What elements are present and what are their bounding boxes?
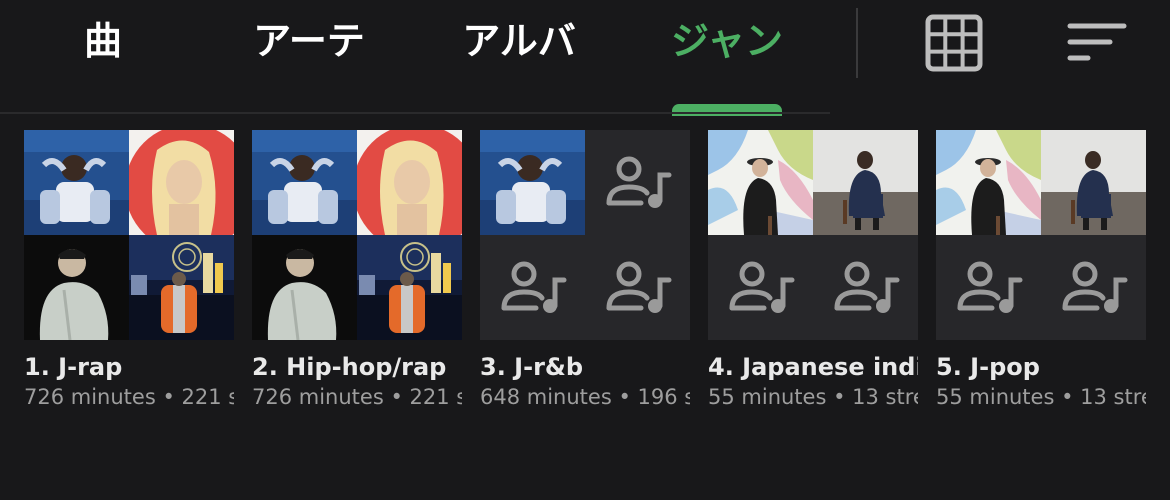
person-music-icon — [1059, 258, 1129, 318]
genre-title: 3. J-r&b — [480, 353, 584, 381]
genre-title: 2. Hip-hop/rap — [252, 353, 447, 381]
album-art-image — [480, 130, 585, 235]
grid-view-button[interactable] — [925, 14, 983, 72]
genre-cover-collage[interactable] — [936, 130, 1146, 340]
album-art-image — [252, 130, 357, 235]
genre-card-hip-hop-rap[interactable]: 2. Hip-hop/rap 726 minutes • 221 st — [252, 130, 462, 412]
album-art-image — [813, 130, 918, 235]
genre-title: 1. J-rap — [24, 353, 123, 381]
sort-button[interactable] — [1066, 20, 1128, 64]
genre-card-j-rnb[interactable]: 3. J-r&b 648 minutes • 196 st — [480, 130, 690, 412]
album-art-image — [708, 130, 813, 235]
album-art-image — [129, 235, 234, 340]
artist-placeholder — [585, 235, 690, 340]
genre-stats: 726 minutes • 221 st — [252, 385, 462, 409]
album-art-image — [1041, 130, 1146, 235]
artist-placeholder — [585, 130, 690, 235]
tab-songs[interactable]: 曲 — [62, 14, 144, 68]
genre-card-j-rap[interactable]: 1. J-rap 726 minutes • 221 st — [24, 130, 234, 412]
genre-title: 4. Japanese indi — [708, 353, 918, 381]
genre-stats: 55 minutes • 13 stre — [936, 385, 1146, 409]
genre-cover-collage[interactable] — [480, 130, 690, 340]
genre-cover-collage[interactable] — [24, 130, 234, 340]
genre-stats: 726 minutes • 221 st — [24, 385, 234, 409]
album-art-image — [936, 130, 1041, 235]
genre-cover-collage[interactable] — [708, 130, 918, 340]
genre-card-japanese-indie[interactable]: 4. Japanese indi 55 minutes • 13 stre — [708, 130, 918, 412]
genre-stats: 55 minutes • 13 stre — [708, 385, 918, 409]
person-music-icon — [831, 258, 901, 318]
tab-artists[interactable]: アーテ — [250, 14, 368, 68]
toolbar-separator — [856, 8, 858, 78]
artist-placeholder — [708, 235, 813, 340]
person-music-icon — [954, 258, 1024, 318]
artist-placeholder — [813, 235, 918, 340]
album-art-image — [129, 130, 234, 235]
active-tab-indicator — [672, 104, 782, 116]
album-art-image — [357, 235, 462, 340]
genre-stats: 648 minutes • 196 st — [480, 385, 690, 409]
tab-genres[interactable]: ジャン — [668, 14, 786, 68]
person-music-icon — [603, 258, 673, 318]
album-art-image — [252, 235, 357, 340]
artist-placeholder — [480, 235, 585, 340]
genre-tab-bar: 曲 アーテ アルバ ジャン — [0, 0, 1170, 116]
person-music-icon — [603, 153, 673, 213]
genre-card-j-pop[interactable]: 5. J-pop 55 minutes • 13 stre — [936, 130, 1146, 412]
album-art-image — [24, 235, 129, 340]
person-music-icon — [726, 258, 796, 318]
grid-view-icon — [925, 14, 983, 72]
artist-placeholder — [936, 235, 1041, 340]
tab-bar-divider — [0, 112, 830, 114]
artist-placeholder — [1041, 235, 1146, 340]
tab-albums[interactable]: アルバ — [460, 14, 578, 68]
genre-title: 5. J-pop — [936, 353, 1040, 381]
album-art-image — [24, 130, 129, 235]
sort-icon — [1067, 23, 1127, 61]
person-music-icon — [498, 258, 568, 318]
genre-cover-collage[interactable] — [252, 130, 462, 340]
album-art-image — [357, 130, 462, 235]
